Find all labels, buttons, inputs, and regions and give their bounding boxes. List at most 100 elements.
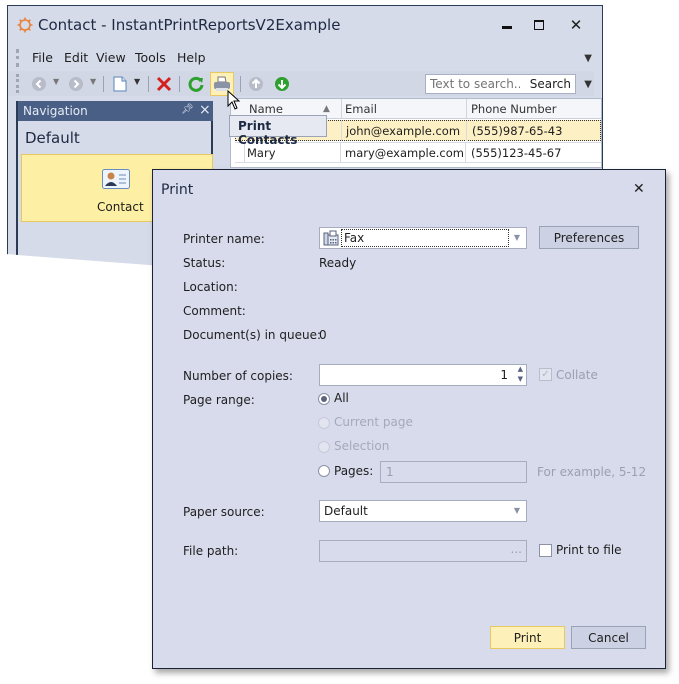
fax-icon (323, 230, 339, 246)
browse-ellipsis-button[interactable]: ... (511, 542, 522, 556)
cell-divider (340, 143, 341, 163)
menu-help[interactable]: Help (177, 50, 206, 65)
title-bar: Contact - InstantPrintReportsV2Example ✕ (8, 6, 602, 44)
pages-input[interactable]: 1 (380, 461, 527, 483)
toolbar-separator (179, 76, 180, 92)
delete-icon[interactable] (155, 75, 173, 93)
column-divider[interactable] (466, 99, 467, 119)
move-up-icon[interactable] (247, 75, 265, 93)
cell-name: Mary (247, 146, 276, 160)
navigation-group-label: Default (25, 129, 80, 147)
chevron-down-icon[interactable]: ▼ (514, 506, 520, 515)
page-range-current-label: Current page (334, 415, 413, 429)
page-range-selection-radio[interactable] (318, 441, 330, 453)
pages-hint: For example, 5-12 (537, 465, 647, 479)
mouse-cursor-icon (227, 90, 241, 110)
toolbar-grip-handle[interactable] (16, 74, 19, 93)
menu-view[interactable]: View (96, 50, 126, 65)
file-path-label: File path: (183, 544, 239, 558)
paper-source-value: Default (324, 504, 368, 518)
page-range-current-radio[interactable] (318, 417, 330, 429)
pin-icon[interactable]: 📌︎ (181, 104, 194, 115)
cell-email: john@example.com (346, 124, 461, 138)
cell-divider (465, 143, 466, 163)
search-button[interactable]: Search (530, 77, 571, 91)
cell-divider (466, 121, 467, 141)
forward-icon[interactable] (67, 75, 85, 93)
page-range-all-label: All (334, 391, 349, 405)
print-button[interactable]: Print (490, 626, 565, 649)
navigation-title: Navigation (23, 104, 88, 118)
printer-name-value: Fax (341, 229, 509, 247)
copies-label: Number of copies: (183, 369, 293, 383)
print-dialog: Print ✕ Printer name: Fax ▼ Preferences … (152, 169, 666, 669)
maximize-button[interactable] (524, 14, 554, 36)
toolbar-separator (103, 76, 104, 92)
contact-card-icon (102, 169, 130, 189)
new-dropdown-icon[interactable]: ▼ (134, 77, 140, 86)
page-range-pages-label: Pages: (334, 464, 374, 478)
column-header-email[interactable]: Email (345, 102, 377, 116)
toolbar: ▼ ▼ ▼ Search (8, 71, 594, 96)
toolbar-overflow-icon[interactable]: ▼ (584, 79, 592, 90)
paper-source-label: Paper source: (183, 505, 265, 519)
preferences-button[interactable]: Preferences (539, 226, 639, 249)
menu-edit[interactable]: Edit (64, 50, 88, 65)
spin-up-icon[interactable]: ▲ (518, 365, 523, 373)
search-input[interactable] (430, 77, 520, 91)
page-range-selection-label: Selection (334, 439, 390, 453)
dialog-close-icon[interactable]: ✕ (633, 181, 645, 197)
status-value: Ready (319, 256, 357, 270)
chevron-down-icon[interactable]: ▼ (514, 233, 520, 242)
printer-name-label: Printer name: (183, 232, 265, 246)
column-header-name[interactable]: Name (249, 102, 283, 116)
menu-file[interactable]: File (32, 50, 53, 65)
menu-bar: File Edit View Tools Help ▼ (8, 46, 602, 70)
page-range-pages-radio[interactable] (318, 465, 330, 477)
copies-spin-editor[interactable]: 1 ▲ ▼ (319, 364, 527, 386)
move-down-icon[interactable] (273, 75, 291, 93)
minimize-button[interactable] (492, 14, 522, 36)
cell-phone: (555)123-45-67 (471, 146, 562, 160)
spin-down-icon[interactable]: ▼ (518, 375, 523, 383)
cell-divider (341, 121, 342, 141)
collate-label: Collate (556, 368, 598, 382)
cell-email: mary@example.com (345, 146, 464, 160)
file-path-input[interactable]: ... (319, 540, 527, 562)
back-dropdown-icon[interactable]: ▼ (53, 77, 59, 86)
navigation-header: Navigation 📌︎ × (18, 101, 213, 121)
comment-label: Comment: (183, 304, 246, 318)
close-button[interactable]: ✕ (561, 14, 591, 36)
printer-name-combo[interactable]: Fax ▼ (319, 227, 527, 249)
back-icon[interactable] (30, 75, 48, 93)
print-to-file-checkbox[interactable] (539, 544, 552, 557)
maximize-icon (534, 20, 544, 30)
paper-source-combo[interactable]: Default ▼ (319, 500, 527, 522)
status-label: Status: (183, 256, 226, 270)
column-divider[interactable] (341, 99, 342, 119)
cancel-button[interactable]: Cancel (571, 626, 646, 649)
print-to-file-label: Print to file (556, 543, 622, 557)
collate-checkbox[interactable]: ✓ (539, 368, 552, 381)
app-gear-icon (17, 17, 33, 33)
queue-label: Document(s) in queue: (183, 328, 321, 342)
cell-phone: (555)987-65-43 (472, 124, 563, 138)
navigation-close-icon[interactable]: × (199, 102, 211, 118)
menu-overflow-icon[interactable]: ▼ (584, 53, 592, 64)
copies-value: 1 (500, 368, 508, 382)
window-title: Contact - InstantPrintReportsV2Example (38, 16, 341, 34)
menu-tools[interactable]: Tools (135, 50, 166, 65)
sort-ascending-icon: ▲ (323, 104, 330, 114)
location-label: Location: (183, 280, 238, 294)
print-contacts-tooltip: Print Contacts (229, 115, 327, 147)
menu-grip-handle[interactable] (16, 49, 19, 67)
column-header-phone[interactable]: Phone Number (471, 102, 556, 116)
new-document-icon[interactable] (111, 75, 129, 93)
navigation-item-label: Contact (97, 200, 144, 214)
pages-value: 1 (386, 465, 394, 479)
forward-dropdown-icon[interactable]: ▼ (90, 77, 96, 86)
page-range-all-radio[interactable] (318, 393, 330, 405)
queue-value: 0 (319, 328, 327, 342)
refresh-icon[interactable] (187, 75, 205, 93)
toolbar-separator (148, 76, 149, 92)
